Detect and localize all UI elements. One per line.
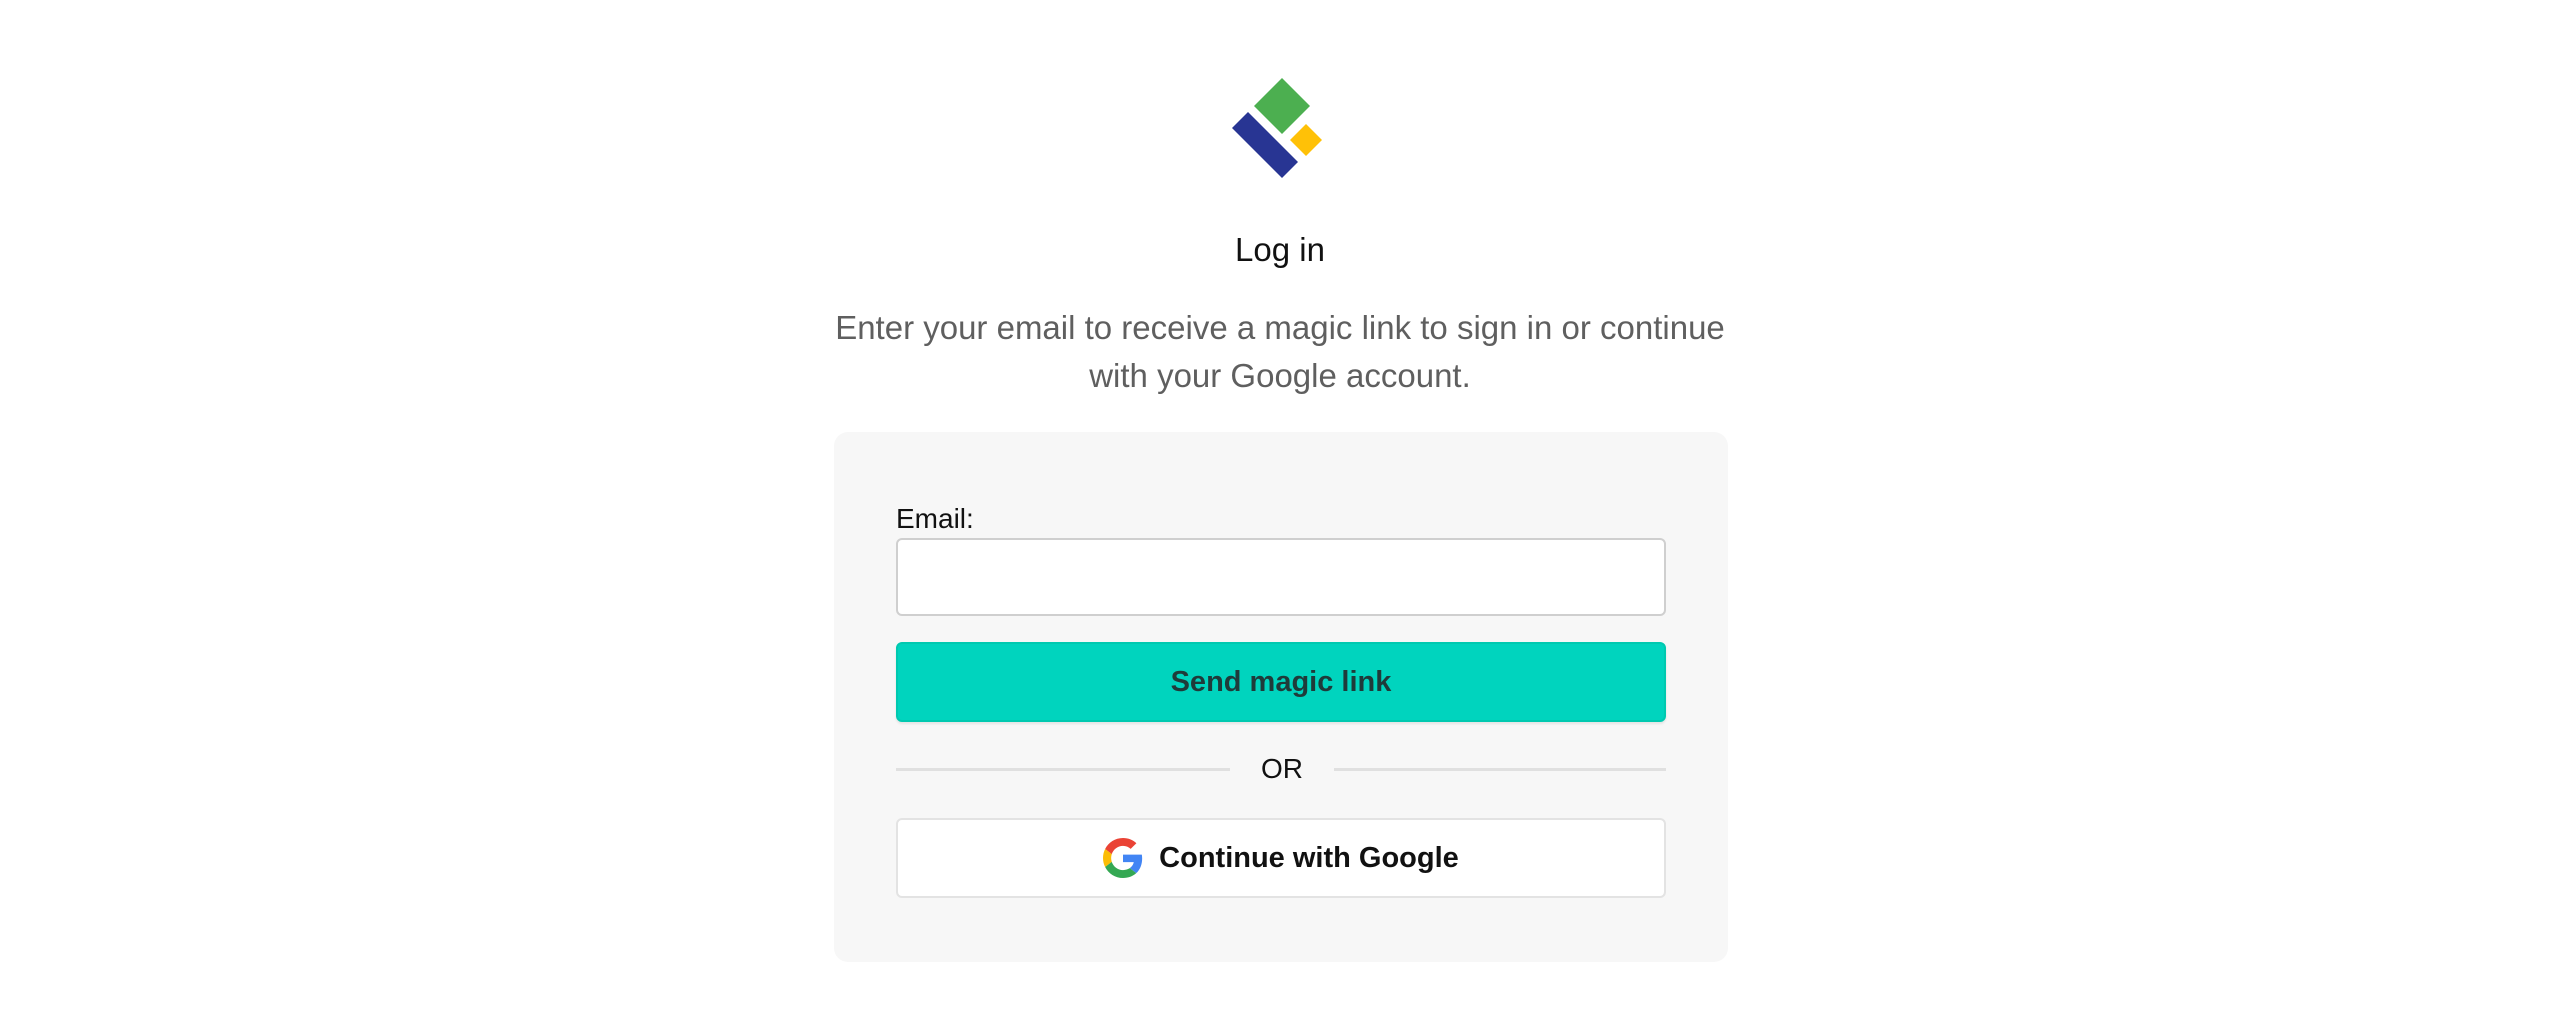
divider-right xyxy=(1334,768,1666,771)
google-button-label: Continue with Google xyxy=(1159,841,1459,874)
diamond-logo-icon xyxy=(1232,78,1322,178)
email-field[interactable] xyxy=(896,538,1666,616)
divider-or: OR xyxy=(1261,753,1303,784)
continue-with-google-button[interactable]: Continue with Google xyxy=(896,818,1666,898)
page-subtitle: Enter your email to receive a magic link… xyxy=(835,309,1725,394)
login-page: Log in Enter your email to receive a mag… xyxy=(0,0,2560,1026)
send-magic-link-button[interactable]: Send magic link xyxy=(896,642,1666,722)
page-title: Log in xyxy=(1235,231,1325,268)
google-icon xyxy=(1103,838,1143,878)
divider-left xyxy=(896,768,1230,771)
email-label: Email: xyxy=(896,503,974,534)
login-card: Email: Send magic link OR Continue with … xyxy=(834,432,1728,962)
